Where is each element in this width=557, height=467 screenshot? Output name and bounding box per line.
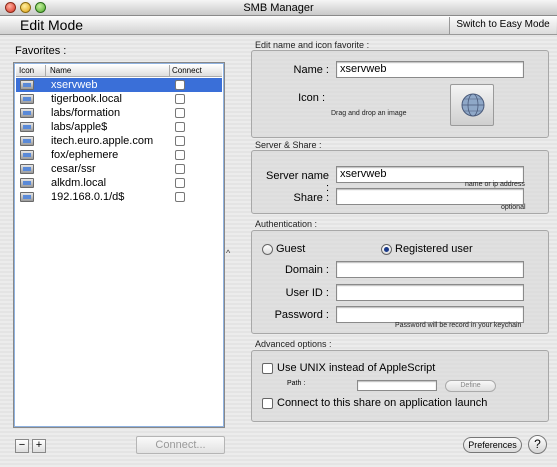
user-id-field[interactable] xyxy=(336,284,524,301)
favorite-name: itech.euro.apple.com xyxy=(51,135,154,147)
connect-checkbox[interactable] xyxy=(175,80,185,90)
registered-user-label: Registered user xyxy=(395,243,473,255)
favorite-row[interactable]: tigerbook.local xyxy=(16,92,222,106)
name-label: Name : xyxy=(293,64,329,76)
favorite-row[interactable]: labs/apple$ xyxy=(16,120,222,134)
path-label: Path : xyxy=(287,380,306,387)
server-drive-icon xyxy=(20,122,34,132)
help-button[interactable]: ? xyxy=(528,435,547,454)
preferences-button[interactable]: Preferences xyxy=(463,437,522,453)
column-header-icon[interactable]: Icon xyxy=(19,66,34,76)
connect-checkbox[interactable] xyxy=(175,108,185,118)
domain-label: Domain : xyxy=(284,264,329,276)
add-favorite-button[interactable]: + xyxy=(32,439,46,453)
switch-to-easy-mode-button[interactable]: Switch to Easy Mode xyxy=(449,17,556,34)
connect-checkbox[interactable] xyxy=(175,178,185,188)
share-label: Share : xyxy=(293,192,329,204)
remove-favorite-button[interactable]: − xyxy=(15,439,29,453)
window-title: SMB Manager xyxy=(243,2,314,14)
connect-checkbox[interactable] xyxy=(175,136,185,146)
split-divider-handle[interactable]: ^ xyxy=(226,248,230,258)
connect-checkbox[interactable] xyxy=(175,150,185,160)
favorite-row[interactable]: 192.168.0.1/d$ xyxy=(16,190,222,204)
column-header-name[interactable]: Name xyxy=(50,66,71,76)
registered-user-radio[interactable] xyxy=(381,244,392,255)
guest-radio[interactable] xyxy=(262,244,273,255)
server-drive-icon xyxy=(20,136,34,146)
path-field[interactable] xyxy=(357,380,437,391)
favorite-name: 192.168.0.1/d$ xyxy=(51,191,125,203)
connect-checkbox[interactable] xyxy=(175,122,185,132)
edit-section-label: Edit name and icon favorite : xyxy=(255,40,370,50)
favorites-table-header: Icon Name Connect xyxy=(16,65,222,77)
network-globe-icon xyxy=(461,93,485,117)
favorite-name: tigerbook.local xyxy=(51,93,122,105)
server-name-label: Server name : xyxy=(266,170,329,194)
use-unix-label: Use UNIX instead of AppleScript xyxy=(277,362,436,374)
connect-checkbox[interactable] xyxy=(175,192,185,202)
icon-label: Icon : xyxy=(298,92,325,104)
favorite-row[interactable]: itech.euro.apple.com xyxy=(16,134,222,148)
server-drive-icon xyxy=(20,178,34,188)
password-field[interactable] xyxy=(336,306,524,323)
favorite-row[interactable]: labs/formation xyxy=(16,106,222,120)
auth-section-label: Authentication : xyxy=(255,219,318,229)
server-name-hint: name or ip address xyxy=(465,181,525,188)
server-section-label: Server & Share : xyxy=(255,140,322,150)
favorite-name: fox/ephemere xyxy=(51,149,119,161)
server-drive-icon xyxy=(20,192,34,202)
server-drive-icon xyxy=(20,108,34,118)
favorite-name: cesar/ssr xyxy=(51,163,96,175)
name-field[interactable]: xservweb xyxy=(336,61,524,78)
connect-on-launch-checkbox[interactable] xyxy=(262,398,273,409)
favorite-row[interactable]: cesar/ssr xyxy=(16,162,222,176)
password-hint: Password will be record in your keychain xyxy=(395,322,522,329)
server-drive-icon xyxy=(20,80,34,90)
favorites-label: Favorites : xyxy=(15,45,67,57)
favorite-row[interactable]: xservweb xyxy=(16,78,222,92)
user-id-label: User ID : xyxy=(285,287,329,299)
connect-on-launch-label: Connect to this share on application lau… xyxy=(277,397,488,409)
favorite-row[interactable]: fox/ephemere xyxy=(16,148,222,162)
server-drive-icon xyxy=(20,94,34,104)
favorite-row[interactable]: alkdm.local xyxy=(16,176,222,190)
favorite-name: alkdm.local xyxy=(51,177,107,189)
advanced-section-label: Advanced options : xyxy=(255,339,332,349)
domain-field[interactable] xyxy=(336,261,524,278)
favorites-table[interactable]: Icon Name Connect xservweb tigerbook.loca… xyxy=(13,62,225,428)
connect-button[interactable]: Connect... xyxy=(136,436,225,454)
share-field[interactable] xyxy=(336,188,524,205)
server-drive-icon xyxy=(20,164,34,174)
connect-checkbox[interactable] xyxy=(175,94,185,104)
define-button[interactable]: Define xyxy=(445,380,496,392)
drag-drop-hint: Drag and drop an image xyxy=(331,110,407,117)
icon-image-well[interactable] xyxy=(450,84,494,126)
password-label: Password : xyxy=(274,309,329,321)
share-hint: optional xyxy=(501,204,526,211)
mode-title: Edit Mode xyxy=(20,17,84,33)
favorite-name: labs/formation xyxy=(51,107,121,119)
favorite-name: xservweb xyxy=(51,79,98,91)
server-drive-icon xyxy=(20,150,34,160)
favorite-name: labs/apple$ xyxy=(51,121,108,133)
guest-label: Guest xyxy=(276,243,306,255)
use-unix-checkbox[interactable] xyxy=(262,363,273,374)
column-header-connect[interactable]: Connect xyxy=(172,66,202,76)
connect-checkbox[interactable] xyxy=(175,164,185,174)
